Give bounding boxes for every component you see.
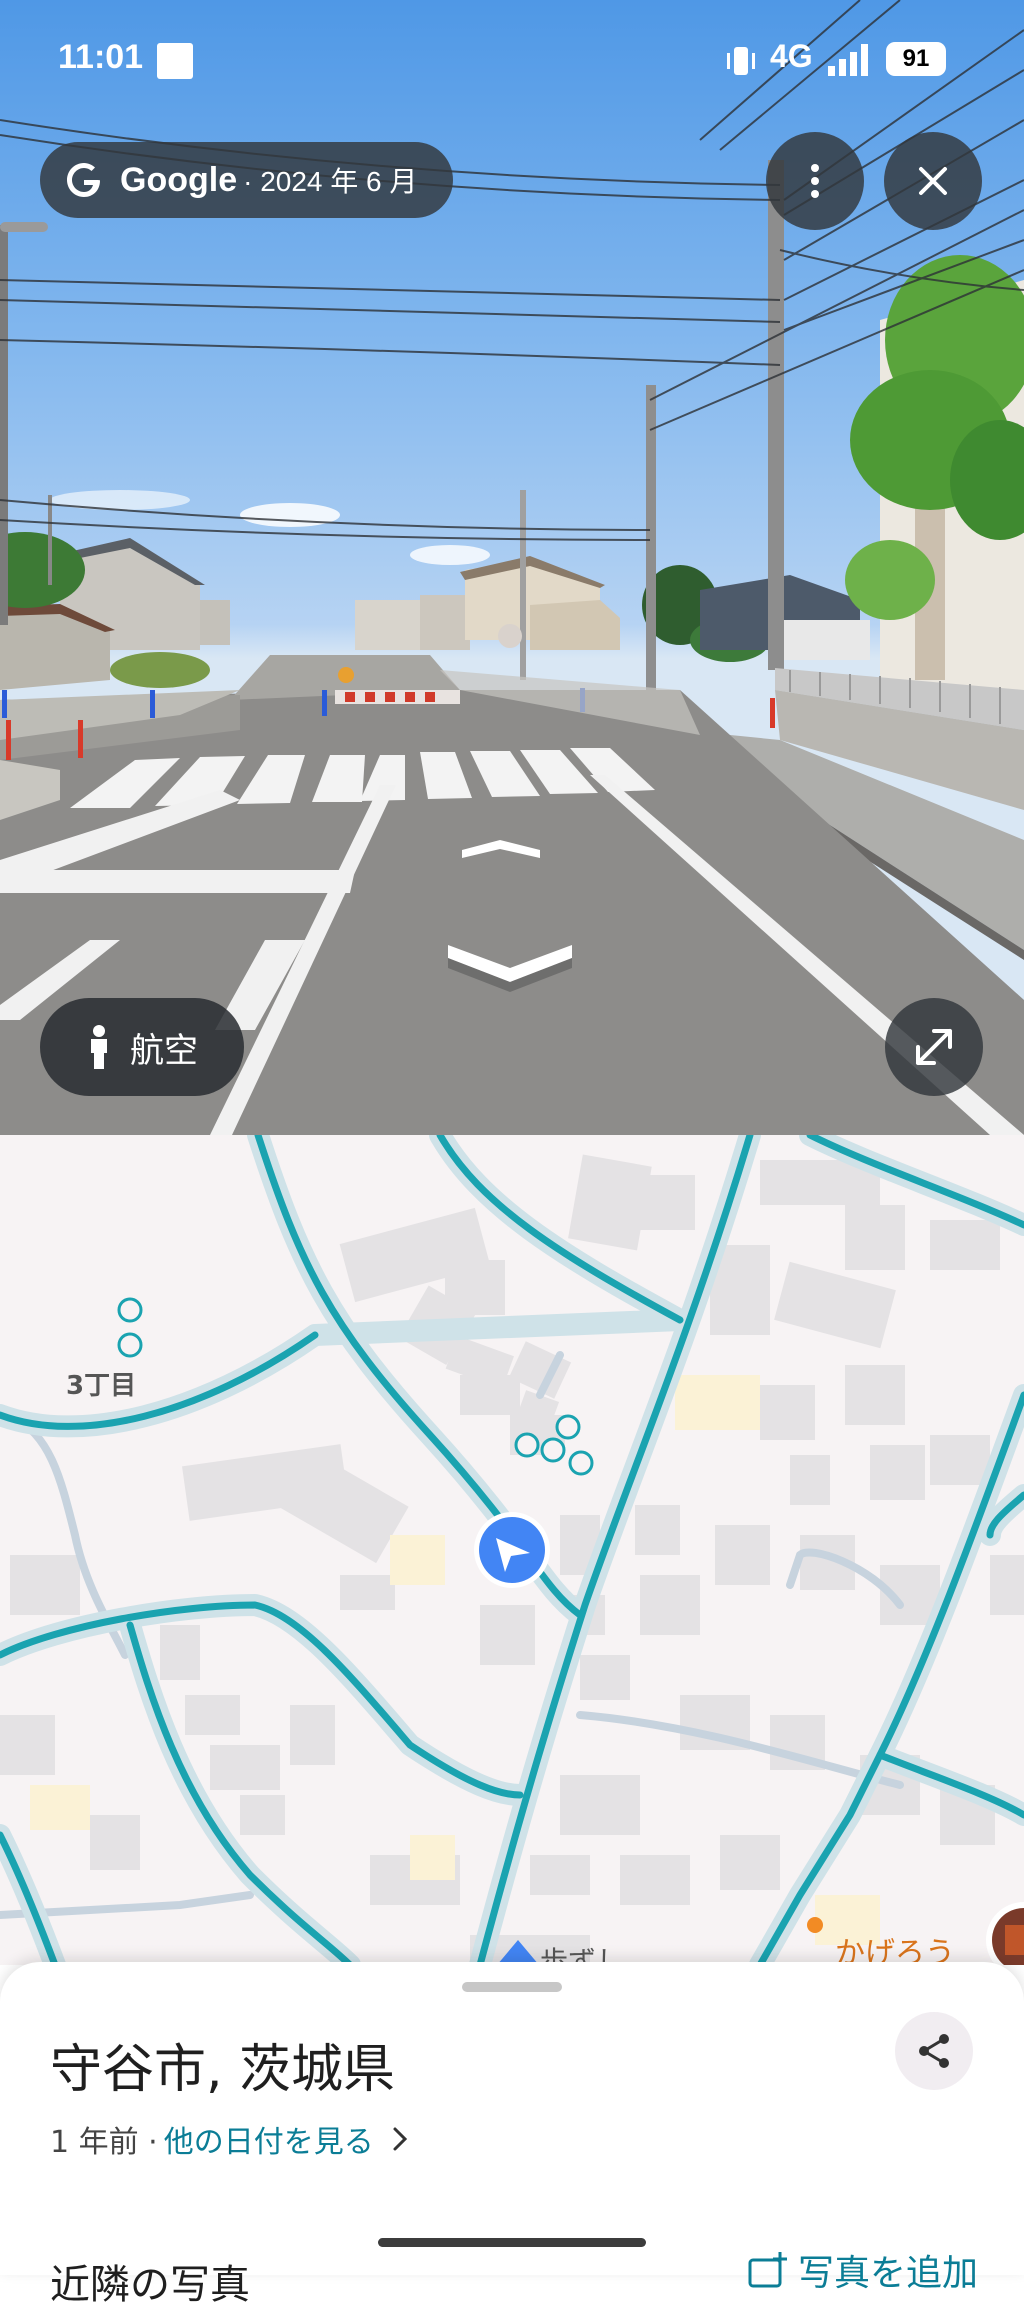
google-g-icon [67, 163, 100, 197]
close-icon [919, 167, 947, 195]
map-label-restaurant[interactable]: かげろう [835, 1928, 955, 1965]
expand-icon [916, 1029, 952, 1065]
share-button[interactable] [895, 2012, 973, 2090]
nearby-photos-title: 近隣の写真 [50, 2262, 250, 2308]
sheet-drag-handle[interactable] [462, 1982, 562, 1992]
status-time: 11:01 [58, 38, 144, 76]
place-title: 守谷市, 茨城県 [50, 2040, 396, 2100]
map-view[interactable]: 3丁目 歩ずし かげろう [0, 1135, 1024, 1965]
map-canvas [0, 1135, 1024, 1965]
more-options-button[interactable] [766, 132, 864, 230]
current-location-marker [474, 1512, 550, 1588]
add-photo-label: 写真を追加 [798, 2253, 979, 2294]
more-vert-icon [811, 164, 819, 198]
place-info-sheet[interactable]: 守谷市, 茨城県 1 年前 · 他の日付を見る 近隣の写真 写真を追加 [0, 1962, 1024, 2308]
pegman-icon [91, 1025, 107, 1069]
share-icon [919, 2034, 949, 2068]
aerial-label: 航空 [130, 1030, 198, 1071]
imagery-info-chip[interactable]: Google · 2024 年 6 月 [40, 142, 454, 218]
street-view-panorama[interactable]: 11:01 4G 91 Google · 2024 年 6 月 航空 [0, 0, 1024, 1135]
capture-age-row: 1 年前 · 他の日付を見る [50, 2117, 408, 2161]
map-label-district: 3丁目 [66, 1371, 137, 1401]
vibrate-icon [727, 47, 755, 75]
close-button[interactable] [884, 132, 982, 230]
add-photo-icon [748, 2252, 787, 2288]
chevron-right-icon[interactable] [392, 2126, 408, 2152]
battery-indicator: 91 [886, 42, 946, 76]
network-type: 4G [770, 38, 813, 74]
signal-icon [828, 44, 868, 76]
notification-icon [157, 43, 193, 79]
status-bar: 11:01 4G 91 [0, 0, 1024, 120]
aerial-view-button[interactable]: 航空 [40, 998, 244, 1096]
add-photo-button[interactable]: 写真を追加 [748, 2244, 978, 2296]
other-dates-link[interactable]: 他の日付を見る [164, 2117, 374, 2161]
google-brand: Google [120, 160, 238, 199]
capture-age: 1 年前 · [50, 2125, 158, 2160]
capture-date: · 2024 年 6 月 [243, 166, 418, 197]
fullscreen-button[interactable] [885, 998, 983, 1096]
gesture-bar[interactable] [378, 2238, 646, 2247]
